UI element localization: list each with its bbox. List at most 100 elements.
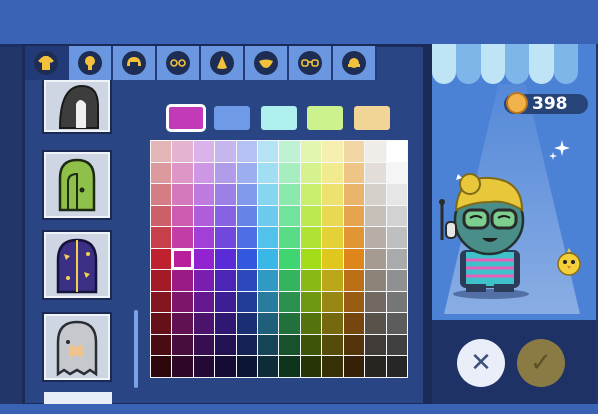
color-cell[interactable] (343, 356, 365, 377)
color-cell[interactable] (151, 227, 172, 248)
color-cell[interactable] (386, 270, 407, 291)
tab-glasses[interactable] (289, 46, 333, 80)
color-cell[interactable] (193, 141, 215, 162)
tab-eyes[interactable] (157, 46, 201, 80)
color-cell[interactable] (365, 334, 386, 356)
color-cell[interactable] (365, 184, 386, 205)
confirm-button[interactable]: ✓ (517, 339, 565, 387)
color-cell[interactable] (343, 270, 365, 291)
color-cell[interactable] (172, 205, 193, 227)
color-cell[interactable] (215, 291, 236, 313)
color-cell[interactable] (279, 205, 300, 227)
color-cell[interactable] (236, 141, 258, 162)
color-cell[interactable] (193, 248, 215, 270)
color-cell[interactable] (322, 248, 343, 270)
color-cell[interactable] (236, 356, 258, 377)
color-cell[interactable] (300, 141, 322, 162)
color-cell[interactable] (343, 334, 365, 356)
tab-hair[interactable] (113, 46, 157, 80)
color-cell[interactable] (151, 334, 172, 356)
color-cell[interactable] (386, 162, 407, 184)
color-cell[interactable] (300, 270, 322, 291)
color-cell[interactable] (215, 205, 236, 227)
color-cell[interactable] (365, 141, 386, 162)
color-cell[interactable] (300, 227, 322, 248)
color-cell[interactable] (236, 291, 258, 313)
color-cell[interactable] (322, 270, 343, 291)
color-cell[interactable] (300, 162, 322, 184)
color-cell[interactable] (343, 227, 365, 248)
color-cell[interactable] (365, 205, 386, 227)
color-cell[interactable] (236, 248, 258, 270)
color-cell[interactable] (322, 313, 343, 334)
color-cell[interactable] (215, 162, 236, 184)
color-cell[interactable] (236, 184, 258, 205)
color-cell[interactable] (343, 141, 365, 162)
color-cell[interactable] (193, 162, 215, 184)
color-cell[interactable] (300, 356, 322, 377)
color-cell[interactable] (193, 291, 215, 313)
color-cell[interactable] (386, 205, 407, 227)
color-cell[interactable] (151, 356, 172, 377)
color-cell[interactable] (258, 291, 279, 313)
color-cell[interactable] (279, 291, 300, 313)
color-cell[interactable] (322, 141, 343, 162)
color-cell[interactable] (279, 227, 300, 248)
color-cell[interactable] (365, 227, 386, 248)
color-cell[interactable] (215, 334, 236, 356)
color-cell[interactable] (386, 184, 407, 205)
tab-shirt[interactable] (25, 46, 69, 80)
color-cell[interactable] (300, 334, 322, 356)
color-cell[interactable] (215, 248, 236, 270)
color-cell[interactable] (258, 141, 279, 162)
recent-color-swatch[interactable] (166, 104, 206, 132)
color-cell[interactable] (193, 184, 215, 205)
color-cell[interactable] (365, 270, 386, 291)
color-cell[interactable] (193, 313, 215, 334)
color-cell[interactable] (193, 227, 215, 248)
color-cell[interactable] (322, 162, 343, 184)
color-cell[interactable] (300, 248, 322, 270)
item-hood-wizard[interactable] (44, 232, 110, 298)
color-cell[interactable] (193, 334, 215, 356)
recent-color-swatch[interactable] (307, 106, 343, 130)
color-cell[interactable] (365, 313, 386, 334)
color-cell[interactable] (279, 313, 300, 334)
color-cell[interactable] (193, 356, 215, 377)
color-cell[interactable] (322, 227, 343, 248)
item-hood-black[interactable] (44, 80, 110, 132)
color-cell[interactable] (322, 334, 343, 356)
color-cell[interactable] (343, 205, 365, 227)
color-cell[interactable] (279, 356, 300, 377)
color-cell[interactable] (386, 356, 407, 377)
color-cell[interactable] (172, 270, 193, 291)
color-cell[interactable] (279, 270, 300, 291)
color-cell[interactable] (193, 205, 215, 227)
color-cell[interactable] (151, 205, 172, 227)
color-cell[interactable] (258, 313, 279, 334)
color-cell[interactable] (215, 141, 236, 162)
item-hood-ghost[interactable] (44, 314, 110, 380)
color-cell[interactable] (258, 270, 279, 291)
color-cell[interactable] (258, 248, 279, 270)
color-cell[interactable] (258, 227, 279, 248)
color-cell[interactable] (258, 162, 279, 184)
color-cell[interactable] (279, 248, 300, 270)
color-cell[interactable] (322, 205, 343, 227)
color-cell[interactable] (171, 247, 194, 271)
color-cell[interactable] (279, 141, 300, 162)
color-cell[interactable] (258, 184, 279, 205)
tab-hat[interactable] (333, 46, 377, 80)
color-cell[interactable] (279, 162, 300, 184)
color-cell[interactable] (343, 291, 365, 313)
color-cell[interactable] (172, 334, 193, 356)
color-cell[interactable] (386, 334, 407, 356)
color-cell[interactable] (386, 248, 407, 270)
color-cell[interactable] (258, 205, 279, 227)
color-cell[interactable] (236, 162, 258, 184)
color-cell[interactable] (215, 227, 236, 248)
color-cell[interactable] (300, 184, 322, 205)
color-cell[interactable] (215, 184, 236, 205)
color-cell[interactable] (236, 205, 258, 227)
color-cell[interactable] (151, 162, 172, 184)
